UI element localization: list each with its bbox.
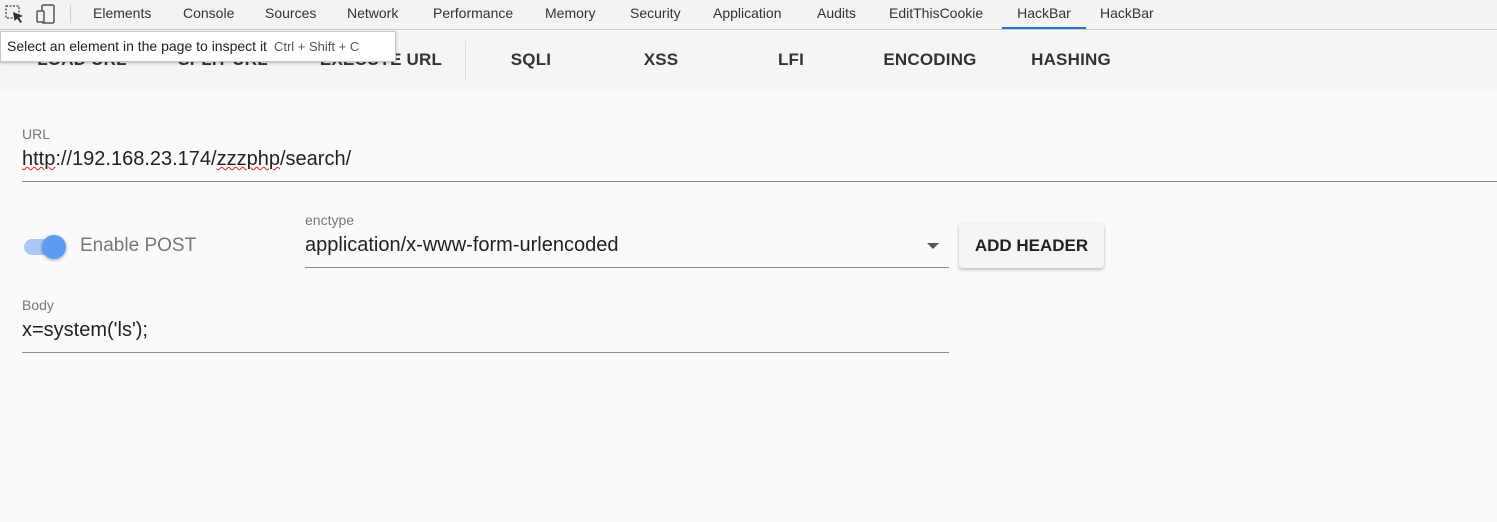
enable-post-toggle[interactable] [24,234,68,260]
url-label: URL [22,126,51,142]
body-label: Body [22,297,54,313]
toolbar-divider [70,5,71,23]
tab-memory[interactable]: Memory [545,0,596,29]
tab-audits[interactable]: Audits [817,0,856,29]
inspect-element-icon[interactable] [4,4,26,24]
tab-console[interactable]: Console [183,0,234,29]
url-value-middle: ://192.168.23.174/ [55,148,217,170]
url-value-prefix: http [22,148,56,170]
dropdown-arrow-icon[interactable] [927,243,939,249]
url-value-suffix: /search/ [279,148,352,170]
xss-menu-button[interactable]: XSS [621,43,701,77]
tab-network[interactable]: Network [347,0,398,29]
hashing-menu-button[interactable]: HASHING [1020,43,1122,77]
toolbar-separator [465,41,466,81]
tab-security[interactable]: Security [630,0,681,29]
url-underline [22,181,1497,182]
enctype-select[interactable]: application/x-www-form-urlencoded [305,234,618,257]
tab-sources[interactable]: Sources [265,0,316,29]
tab-hackbar[interactable]: HackBar [1100,0,1154,29]
tab-editthiscookie[interactable]: EditThisCookie [889,0,983,29]
enctype-underline [305,267,949,268]
devtools-tab-strip: Elements Console Sources Network Perform… [0,0,1497,30]
lfi-menu-button[interactable]: LFI [751,43,831,77]
toggle-thumb [42,235,66,259]
inspect-tooltip: Select an element in the page to inspect… [0,31,396,62]
body-underline [22,352,949,353]
url-value-misspelled: zzzphp [216,148,280,170]
tooltip-shortcut: Ctrl + Shift + C [273,39,360,54]
sqli-menu-button[interactable]: SQLI [491,43,571,77]
tooltip-text: Select an element in the page to inspect… [7,38,267,54]
encoding-menu-button[interactable]: ENCODING [872,43,988,77]
tab-performance[interactable]: Performance [433,0,513,29]
device-toolbar-icon[interactable] [35,4,57,24]
body-input[interactable]: x=system('ls'); [22,319,148,342]
tab-elements[interactable]: Elements [93,0,151,29]
tab-hackbar-active[interactable]: HackBar [1002,0,1086,29]
add-header-button[interactable]: ADD HEADER [959,223,1104,268]
url-input[interactable]: http://192.168.23.174/zzzphp/search/ [22,148,351,171]
enable-post-label: Enable POST [80,235,197,256]
enctype-label: enctype [305,212,355,228]
tab-application[interactable]: Application [713,0,782,29]
